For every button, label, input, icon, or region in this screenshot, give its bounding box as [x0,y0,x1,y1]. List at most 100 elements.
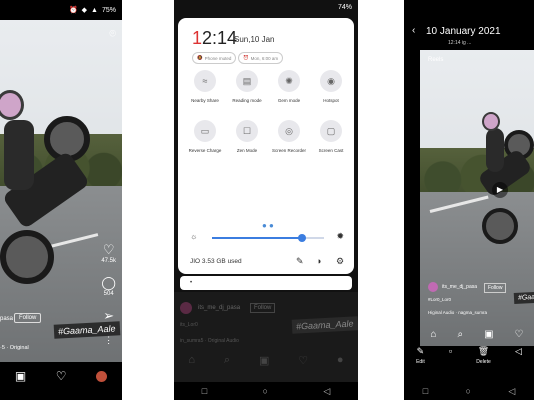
heart-icon[interactable]: ♡ [56,369,67,383]
back-icon[interactable]: ◁ [323,386,330,397]
search-icon: ⌕ [457,328,464,340]
brightness-slider-knob[interactable] [297,234,306,242]
more-action[interactable]: ◁ [515,346,522,374]
tile-zen-mode[interactable]: ☐ Zen Mode [227,120,267,153]
delete-action[interactable]: 🗑 Delete [476,346,490,374]
data-usage-label: JIO 3.53 GB used [190,258,242,265]
comment-icon[interactable]: ◯ [101,276,116,289]
tile-nearby-share[interactable]: ≈ Nearby Share [185,70,225,103]
edit-icon[interactable]: ✎ [296,256,304,267]
reels-icon[interactable]: ▣ [15,369,26,383]
reels-icon: ▣ [484,328,494,340]
play-button[interactable]: ▶ [492,182,508,198]
instagram-nav-bar: ⌂ ⌕ ▣ ♡ [420,324,534,344]
nearby-share-icon: ≈ [194,70,216,92]
clock-rest: 2:14 [202,28,238,48]
motorcycle-rider-image [460,110,534,250]
caption-tag: #Gaama_ [513,290,534,305]
handle-label: #Lor0_Lor0 [428,297,452,302]
like-icon[interactable]: ♡ [103,243,115,256]
tile-screen-recorder[interactable]: ◎ Screen Recorder [269,120,309,153]
instagram-nav-bar: ▣ ♡ [0,362,122,390]
audio-label: in_sumra5 · Original Audio [180,338,239,344]
handle-label: its_Lor0 [180,322,198,328]
system-navigation-bar: □ ○ ◁ [174,382,358,400]
username: its_me_dj_pasa [198,305,241,311]
avatar [180,302,192,314]
system-navigation-bar: □ ○ ◁ [404,382,534,400]
home-icon: ⌂ [188,354,196,366]
search-bar[interactable]: • [180,276,352,290]
heart-icon: ♡ [298,355,309,367]
reading-mode-icon: ▤ [236,70,258,92]
home-circle-icon[interactable]: ○ [263,386,268,396]
caption-tag: #Gaama_Aale [291,316,358,334]
screen-recorder-icon: ◎ [278,120,300,142]
edit-icon: ✎ [416,346,425,356]
back-icon[interactable]: ◁ [508,386,515,397]
recent-apps-icon[interactable]: □ [423,386,428,396]
follow-button: Follow [484,283,507,293]
audio-label[interactable]: ·5 · Original [0,345,29,351]
quick-settings-panel: 12:14 Sun,10 Jan 🔕 Phone muted ⏰ Mon, 6:… [178,18,354,274]
settings-gear-icon[interactable]: ⚙ [336,256,344,267]
zen-mode-icon: ☐ [236,120,258,142]
tile-reverse-charge[interactable]: ▭ Reverse Charge [185,120,225,153]
camera-icon[interactable]: ⌾ [109,28,116,41]
hotspot-icon: ◉ [320,70,342,92]
clock-first-digit: 1 [192,28,203,48]
wifi-icon: ◆ [81,7,88,14]
gallery-subtitle: 12:14 ig ... [448,40,472,46]
edit-action[interactable]: ✎ Edit [416,346,425,374]
phone-reels-screen: ⏰ ◆ ▲ 75% ⌾ ♡ 47.5k ◯ 504 ➢ ⋮ pasa Follo… [0,0,122,400]
audio-label: Higinal Audio · nagma_sumra [428,310,488,315]
battery-level: 75% [101,6,116,14]
follow-button[interactable]: Follow [14,313,42,323]
square-icon: ▫ [448,346,453,356]
avatar: ● [336,354,344,366]
tile-hotspot[interactable]: ◉ Hotspot [311,70,351,103]
signal-icon: ▲ [91,6,98,14]
gallery-header: ‹ 10 January 2021 12:14 ig ... [404,18,534,48]
like-count: 47.5k [101,258,116,264]
tile-game-mode[interactable]: ✺ Gem mode [269,70,309,103]
alarm-icon: ⏰ [68,7,78,14]
alarm-pill[interactable]: ⏰ Mon, 6:00 am [238,52,284,64]
username: its_me_dj_pasa [442,284,478,290]
clock: 12:14 [192,28,237,49]
motorcycle-rider-image [0,80,110,310]
share-icon[interactable]: ➢ [103,309,114,322]
comment-count: 504 [103,291,114,297]
recent-apps-icon[interactable]: □ [202,386,207,396]
brightness-slider-fill [212,237,302,239]
page-indicator: ● ● [262,221,274,230]
mute-icon: 🔕 [197,55,203,60]
screen-cast-icon: ▢ [320,120,342,142]
username[interactable]: pasa [0,316,13,322]
brightness-low-icon: ☼ [190,232,198,241]
more-icon: ◁ [514,346,522,356]
avatar[interactable] [96,370,108,382]
heart-icon: ♡ [514,328,524,340]
date: Sun,10 Jan [234,35,275,44]
phone-gallery-screen: ‹ 10 January 2021 12:14 ig ... ▶ Reels i… [404,0,534,400]
tile-reading-mode[interactable]: ▤ Reading mode [227,70,267,103]
delete-icon: 🗑 [477,346,490,356]
theme-icon[interactable]: ◑ [316,256,321,266]
status-bar: 74% [174,0,358,14]
square-action[interactable]: ▫ [449,346,452,374]
brightness-high-icon: ✹ [336,231,344,241]
gallery-date-title: 10 January 2021 [426,26,501,37]
phone-muted-pill[interactable]: 🔕 Phone muted [192,52,237,64]
back-arrow-icon[interactable]: ‹ [412,25,415,36]
status-bar: ⏰ ◆ ▲ 75% [0,0,122,20]
tile-screen-cast[interactable]: ▢ Screen Cast [311,120,351,153]
instagram-nav-bar: ⌂ ⌕ ▣ ♡ ● [174,354,358,367]
alarm-icon: ⏰ [243,55,249,60]
home-circle-icon[interactable]: ○ [466,386,471,396]
brightness-slider[interactable] [212,234,324,242]
phone-quick-settings-screen: 74% 12:14 Sun,10 Jan 🔕 Phone muted ⏰ Mon… [174,0,358,400]
game-mode-icon: ✺ [278,70,300,92]
battery-level: 74% [337,3,352,11]
follow-button: Follow [250,303,276,313]
